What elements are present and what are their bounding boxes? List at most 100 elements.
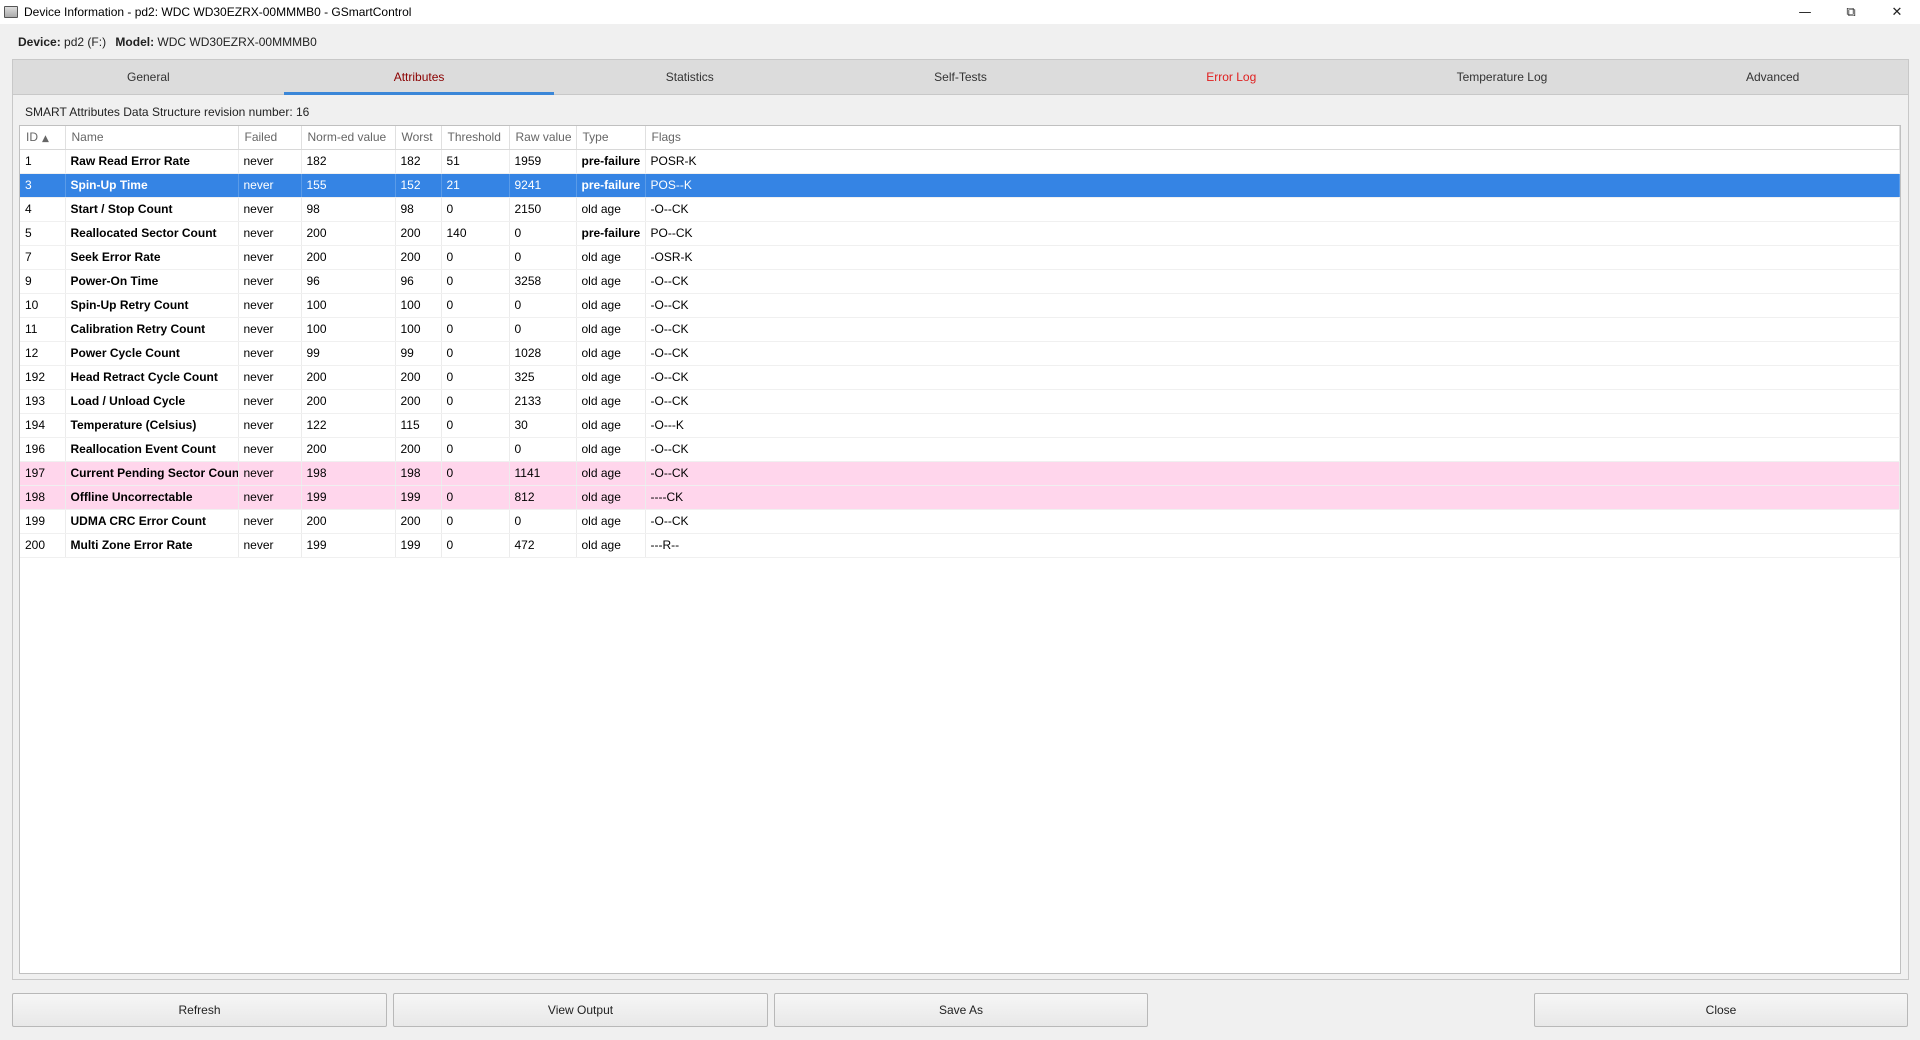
cell-raw-value: 1959: [509, 149, 577, 174]
table-row[interactable]: 192 Head Retract Cycle Count never 200 200 0 3…: [20, 365, 1900, 390]
cell-raw-value: 812: [509, 485, 577, 510]
cell-threshold: 0: [441, 485, 510, 510]
cell-raw-value: 0: [509, 509, 577, 534]
cell-threshold: 0: [441, 269, 510, 294]
cell-failed: never: [238, 365, 302, 390]
cell-threshold: 0: [441, 365, 510, 390]
tab-general[interactable]: General: [13, 60, 284, 94]
cell-id: 3: [20, 173, 66, 198]
cell-raw-value: 0: [509, 245, 577, 270]
cell-type: old age: [576, 317, 646, 342]
tab-attributes[interactable]: Attributes: [283, 60, 555, 95]
cell-id: 200: [20, 533, 66, 558]
view-output-button[interactable]: View Output: [393, 993, 768, 1027]
cell-type: old age: [576, 437, 646, 462]
table-row[interactable]: 1 Raw Read Error Rate never 182 182 51 1959 pre…: [20, 149, 1900, 174]
cell-failed: never: [238, 197, 302, 222]
cell-type: old age: [576, 485, 646, 510]
table-row[interactable]: 199 UDMA CRC Error Count never 200 200 0 0 old …: [20, 509, 1900, 534]
cell-threshold: 0: [441, 413, 510, 438]
cell-normed-value: 199: [301, 533, 396, 558]
table-row[interactable]: 197 Current Pending Sector Count never 198 1…: [20, 461, 1900, 486]
cell-normed-value: 96: [301, 269, 396, 294]
table-row[interactable]: 193 Load / Unload Cycle never 200 200 0 2133 ol…: [20, 389, 1900, 414]
restore-icon[interactable]: ⧉: [1828, 0, 1874, 24]
cell-failed: never: [238, 245, 302, 270]
tab-temperature-log[interactable]: Temperature Log: [1367, 60, 1638, 94]
table-row[interactable]: 5 Reallocated Sector Count never 200 200 140 0…: [20, 221, 1900, 246]
cell-type: old age: [576, 413, 646, 438]
tab-advanced[interactable]: Advanced: [1637, 60, 1908, 94]
cell-worst: 152: [395, 173, 442, 198]
refresh-button[interactable]: Refresh: [12, 993, 387, 1027]
cell-threshold: 0: [441, 461, 510, 486]
table-row[interactable]: 196 Reallocation Event Count never 200 200 0 0…: [20, 437, 1900, 462]
cell-worst: 200: [395, 509, 442, 534]
column-header-threshold[interactable]: Threshold: [441, 126, 510, 150]
cell-worst: 200: [395, 245, 442, 270]
column-header-worst[interactable]: Worst: [395, 126, 442, 150]
column-header-failed[interactable]: Failed: [238, 126, 302, 150]
tab-self-tests[interactable]: Self-Tests: [825, 60, 1096, 94]
close-button[interactable]: Close: [1534, 993, 1908, 1027]
cell-threshold: 0: [441, 389, 510, 414]
cell-failed: never: [238, 533, 302, 558]
cell-worst: 200: [395, 389, 442, 414]
tab-statistics[interactable]: Statistics: [554, 60, 825, 94]
cell-type: old age: [576, 197, 646, 222]
window-title: Device Information - pd2: WDC WD30EZRX-0…: [24, 5, 412, 19]
column-header-flags[interactable]: Flags: [645, 126, 1900, 150]
cell-name: Reallocation Event Count: [65, 437, 239, 462]
table-row[interactable]: 198 Offline Uncorrectable never 199 199 0 812 o…: [20, 485, 1900, 510]
cell-flags: -O--CK: [645, 389, 1900, 414]
cell-normed-value: 155: [301, 173, 396, 198]
cell-type: old age: [576, 389, 646, 414]
table-row[interactable]: 10 Spin-Up Retry Count never 100 100 0 0 old ag…: [20, 293, 1900, 318]
cell-raw-value: 9241: [509, 173, 577, 198]
cell-id: 199: [20, 509, 66, 534]
table-row[interactable]: 12 Power Cycle Count never 99 99 0 1028 old age…: [20, 341, 1900, 366]
column-header-normed-value[interactable]: Norm-ed value: [301, 126, 396, 150]
cell-worst: 199: [395, 533, 442, 558]
cell-id: 192: [20, 365, 66, 390]
table-row[interactable]: 200 Multi Zone Error Rate never 199 199 0 472 o…: [20, 533, 1900, 558]
table-row[interactable]: 11 Calibration Retry Count never 100 100 0 0 ol…: [20, 317, 1900, 342]
table-row[interactable]: 7 Seek Error Rate never 200 200 0 0 old age -OSR…: [20, 245, 1900, 270]
cell-id: 194: [20, 413, 66, 438]
column-header-type[interactable]: Type: [576, 126, 646, 150]
cell-threshold: 0: [441, 293, 510, 318]
cell-raw-value: 325: [509, 365, 577, 390]
table-row[interactable]: 4 Start / Stop Count never 98 98 0 2150 old age…: [20, 197, 1900, 222]
table-row[interactable]: 3 Spin-Up Time never 155 152 21 9241 pre-failur…: [20, 173, 1900, 198]
cell-flags: -O--CK: [645, 197, 1900, 222]
attributes-table-container[interactable]: ID ▲ Name Failed Norm-ed value Worst Thre…: [19, 125, 1901, 974]
table-row[interactable]: 9 Power-On Time never 96 96 0 3258 old age -O--C…: [20, 269, 1900, 294]
column-header-id[interactable]: ID ▲: [20, 126, 66, 150]
cell-type: pre-failure: [576, 149, 646, 174]
cell-raw-value: 0: [509, 437, 577, 462]
cell-failed: never: [238, 341, 302, 366]
cell-threshold: 0: [441, 509, 510, 534]
app-icon: [4, 6, 18, 18]
cell-type: old age: [576, 269, 646, 294]
column-header-raw-value[interactable]: Raw value: [509, 126, 577, 150]
cell-id: 193: [20, 389, 66, 414]
cell-failed: never: [238, 317, 302, 342]
cell-name: Reallocated Sector Count: [65, 221, 239, 246]
cell-flags: -O--CK: [645, 269, 1900, 294]
cell-name: Power-On Time: [65, 269, 239, 294]
table-row[interactable]: 194 Temperature (Celsius) never 122 115 0 30 ol…: [20, 413, 1900, 438]
column-header-name[interactable]: Name: [65, 126, 239, 150]
cell-type: pre-failure: [576, 173, 646, 198]
cell-id: 197: [20, 461, 66, 486]
close-window-icon[interactable]: ✕: [1874, 0, 1920, 24]
save-as-button[interactable]: Save As: [774, 993, 1148, 1027]
cell-threshold: 51: [441, 149, 510, 174]
cell-worst: 200: [395, 437, 442, 462]
cell-normed-value: 200: [301, 245, 396, 270]
model-label: Model:: [115, 35, 155, 49]
cell-type: old age: [576, 365, 646, 390]
cell-worst: 100: [395, 317, 442, 342]
minimize-icon[interactable]: —: [1782, 0, 1828, 24]
tab-error-log[interactable]: Error Log: [1096, 60, 1367, 94]
